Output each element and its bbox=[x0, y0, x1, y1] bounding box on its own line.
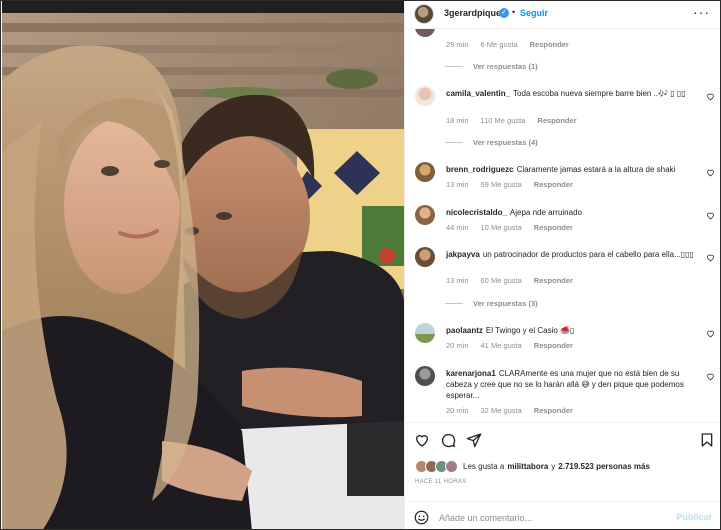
comment-avatar[interactable] bbox=[415, 86, 435, 106]
author-username[interactable]: 3gerardpique bbox=[444, 8, 501, 18]
comment-username[interactable]: paolaantz bbox=[446, 326, 483, 335]
reply-button[interactable]: Responder bbox=[534, 180, 573, 189]
share-send-icon[interactable] bbox=[466, 432, 482, 448]
comment-time: 13 min bbox=[446, 276, 469, 285]
verified-badge-icon: ✓ bbox=[499, 8, 509, 18]
comment-meta: 29 min 6 Me gusta Responder bbox=[446, 40, 569, 49]
comment-time: 20 min bbox=[446, 341, 469, 350]
emoji-smiley-icon[interactable] bbox=[414, 510, 429, 525]
view-replies-button[interactable]: Ver respuestas (1) bbox=[445, 62, 538, 71]
reply-button[interactable]: Responder bbox=[534, 406, 573, 415]
comment-likes[interactable]: 110 Me gusta bbox=[481, 116, 526, 125]
comment-meta: 20 min 32 Me gusta Responder bbox=[446, 406, 573, 415]
comment-avatar[interactable] bbox=[415, 247, 435, 267]
comments-list[interactable]: 29 min 6 Me gusta Responder Ver respuest… bbox=[405, 29, 720, 422]
comment-likes[interactable]: 41 Me gusta bbox=[481, 341, 522, 350]
reply-button[interactable]: Responder bbox=[537, 116, 576, 125]
comment-text: nicolecristaldo_ Ajepa nde arruinado bbox=[446, 207, 698, 218]
comment-text: karenarjona1 CLARAmente es una mujer que … bbox=[446, 368, 698, 401]
comment-username[interactable]: brenn_rodriguezc bbox=[446, 165, 514, 174]
comment-body: Claramente jamas estará a la altura de s… bbox=[516, 165, 676, 174]
likes-count[interactable]: 2.719.523 personas más bbox=[558, 462, 650, 471]
comment-time: 44 min bbox=[446, 223, 469, 232]
comment-body: Ajepa nde arruinado bbox=[509, 208, 582, 217]
comment-text: paolaantz El Twingo y el Casio 🥌▯ bbox=[446, 325, 698, 336]
like-comment-heart-icon[interactable] bbox=[706, 211, 715, 220]
reply-button[interactable]: Responder bbox=[534, 223, 573, 232]
comment-time: 13 min bbox=[446, 180, 469, 189]
likes-and: y bbox=[551, 462, 556, 471]
post-actions: Les gusta a milittabora y 2.719.523 pers… bbox=[405, 422, 720, 529]
like-comment-heart-icon[interactable] bbox=[706, 372, 715, 381]
reply-button[interactable]: Responder bbox=[534, 276, 573, 285]
add-comment-bar: Publicar bbox=[405, 501, 720, 529]
comment-likes[interactable]: 6 Me gusta bbox=[481, 40, 518, 49]
view-replies-button[interactable]: Ver respuestas (3) bbox=[445, 299, 538, 308]
comment-avatar[interactable] bbox=[415, 162, 435, 182]
comment-avatar[interactable] bbox=[415, 29, 435, 37]
post-photo[interactable] bbox=[2, 1, 404, 529]
comment-meta: 44 min 10 Me gusta Responder bbox=[446, 223, 573, 232]
comment-bubble-icon[interactable] bbox=[440, 432, 456, 448]
like-comment-heart-icon[interactable] bbox=[706, 92, 715, 101]
comment-body: Toda escoba nueva siempre barre bien ..🎶… bbox=[513, 89, 686, 98]
comment-username[interactable]: camila_valentin_ bbox=[446, 89, 510, 98]
comment-meta: 20 min 41 Me gusta Responder bbox=[446, 341, 573, 350]
more-options-icon[interactable]: ··· bbox=[693, 4, 710, 20]
comment-username[interactable]: jakpayva bbox=[446, 250, 480, 259]
comment-time: 20 min bbox=[446, 406, 469, 415]
post-side-panel: 3gerardpique ✓ • Seguir ··· 29 min 6 Me … bbox=[404, 1, 720, 529]
reply-button[interactable]: Responder bbox=[534, 341, 573, 350]
post-header: 3gerardpique ✓ • Seguir ··· bbox=[405, 1, 720, 29]
comment-text: brenn_rodriguezc Claramente jamas estará … bbox=[446, 164, 698, 175]
comment-time: 18 min bbox=[446, 116, 469, 125]
view-replies-button[interactable]: Ver respuestas (4) bbox=[445, 138, 538, 147]
comment-meta: 18 min 110 Me gusta Responder bbox=[446, 116, 577, 125]
comment-username[interactable]: nicolecristaldo_ bbox=[446, 208, 507, 217]
like-comment-heart-icon[interactable] bbox=[706, 168, 715, 177]
header-separator: • bbox=[512, 7, 516, 17]
instagram-post-window: 3gerardpique ✓ • Seguir ··· 29 min 6 Me … bbox=[0, 0, 721, 530]
comment-meta: 13 min 60 Me gusta Responder bbox=[446, 276, 573, 285]
comment-likes[interactable]: 10 Me gusta bbox=[481, 223, 522, 232]
reply-button[interactable]: Responder bbox=[530, 40, 569, 49]
comment-meta: 13 min 69 Me gusta Responder bbox=[446, 180, 573, 189]
liker-avatar bbox=[445, 460, 458, 473]
likes-user[interactable]: milittabora bbox=[507, 462, 548, 471]
likes-summary[interactable]: Les gusta a milittabora y 2.719.523 pers… bbox=[415, 460, 650, 473]
comment-likes[interactable]: 69 Me gusta bbox=[481, 180, 522, 189]
like-comment-heart-icon[interactable] bbox=[706, 329, 715, 338]
author-avatar[interactable] bbox=[414, 4, 434, 24]
follow-button[interactable]: Seguir bbox=[520, 8, 548, 18]
comment-time: 29 min bbox=[446, 40, 469, 49]
like-heart-icon[interactable] bbox=[414, 432, 430, 448]
comment-input[interactable] bbox=[437, 510, 671, 526]
publish-button[interactable]: Publicar bbox=[676, 512, 712, 522]
comment-likes[interactable]: 60 Me gusta bbox=[481, 276, 522, 285]
comment-body: El Twingo y el Casio 🥌▯ bbox=[485, 326, 575, 335]
comment-avatar[interactable] bbox=[415, 205, 435, 225]
comment-likes[interactable]: 32 Me gusta bbox=[481, 406, 522, 415]
like-comment-heart-icon[interactable] bbox=[706, 253, 715, 262]
likes-prefix: Les gusta a bbox=[463, 462, 505, 471]
comment-body: un patrocinador de productos para el cab… bbox=[482, 250, 694, 259]
comment-avatar[interactable] bbox=[415, 323, 435, 343]
save-bookmark-icon[interactable] bbox=[699, 432, 715, 448]
comment-avatar[interactable] bbox=[415, 366, 435, 386]
comment-text: jakpayva un patrocinador de productos par… bbox=[446, 249, 698, 260]
comment-text: camila_valentin_ Toda escoba nueva siempr… bbox=[446, 88, 698, 99]
comment-username[interactable]: karenarjona1 bbox=[446, 369, 496, 378]
post-time[interactable]: HACE 11 HORAS bbox=[415, 479, 466, 485]
